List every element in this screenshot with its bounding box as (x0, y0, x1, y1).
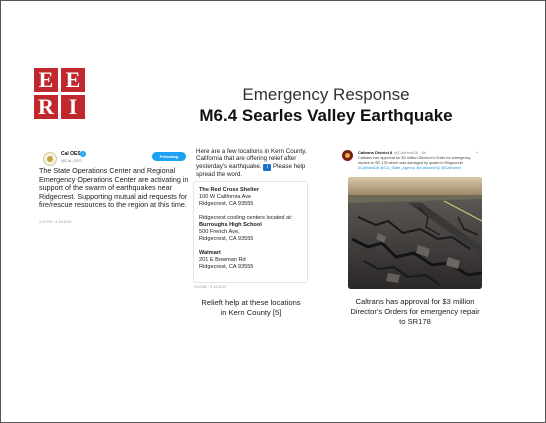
cal-oes-tweet: Cal OES ✓ @Cal_OES Following The State O… (37, 149, 189, 225)
location-address: 500 French Ave, (199, 229, 240, 235)
slide-title: Emergency Response (242, 85, 410, 104)
eeri-logo: E E R I (34, 68, 86, 120)
location-address: Ridgecrest, CA 93555 (199, 201, 254, 207)
location-address: Ridgecrest, CA 93555 (199, 264, 254, 270)
tweet-body-text: Caltrans has approval for $3 million Dir… (358, 156, 471, 165)
info-icon: i (263, 163, 272, 171)
logo-letter: R (34, 95, 58, 119)
location-name: Burroughs High School (199, 222, 262, 228)
location-heading: Ridgecrest cooling centers located at: (199, 215, 293, 221)
tweet-timestamp[interactable]: 9:03 AM · 5 Jul 2019 (194, 285, 226, 289)
damaged-road-image (348, 177, 482, 289)
tweet-body: The State Operations Center and Regional… (39, 166, 189, 210)
slide-subtitle: M6.4 Searles Valley Earthquake (199, 106, 453, 125)
tweet-body: Here are a few locations in Kern County,… (196, 148, 308, 178)
verified-icon: ✓ (80, 151, 86, 157)
caption-kern-county: Relieft help at these locations in Kern … (201, 298, 301, 317)
location-name: The Red Cross Shelter (199, 187, 259, 193)
avatar[interactable] (342, 150, 353, 161)
location-address: 201 E Bowman Rd (199, 257, 246, 263)
logo-letter: E (34, 68, 58, 92)
locations-card[interactable]: The Red Cross Shelter 100 W California A… (193, 181, 308, 283)
tweet-hashtags[interactable]: #CaltransD8 @CA_State_Agency @CaltransHQ… (358, 166, 461, 170)
avatar[interactable] (43, 152, 57, 166)
location-address: Ridgecrest, CA 93555 (199, 236, 254, 242)
follow-button[interactable]: Following (152, 152, 186, 161)
tweet-handle: @CaltransD8 · 6h (394, 150, 427, 155)
logo-letter: I (61, 95, 85, 119)
logo-letter: E (61, 68, 85, 92)
chevron-down-icon[interactable]: ⌄ (475, 149, 479, 155)
tweet-handle: @Cal_OES (61, 158, 82, 163)
damaged-road-photo[interactable] (348, 177, 482, 289)
tweet-body: Caltrans has approval for $3 million Dir… (358, 156, 482, 171)
tweet-timestamp[interactable]: 1:20 PM · 4 Jul 2019 (39, 220, 71, 224)
location-name: Walmart (199, 250, 221, 256)
slide: E E R I Emergency Response M6.4 Searles … (0, 0, 546, 423)
tweet-author[interactable]: Caltrans District 8 (358, 150, 392, 155)
location-address: 100 W California Ave (199, 194, 252, 200)
caption-caltrans: Caltrans has approval for $3 million Dir… (350, 297, 480, 326)
tweet-author[interactable]: Cal OES (61, 151, 81, 157)
